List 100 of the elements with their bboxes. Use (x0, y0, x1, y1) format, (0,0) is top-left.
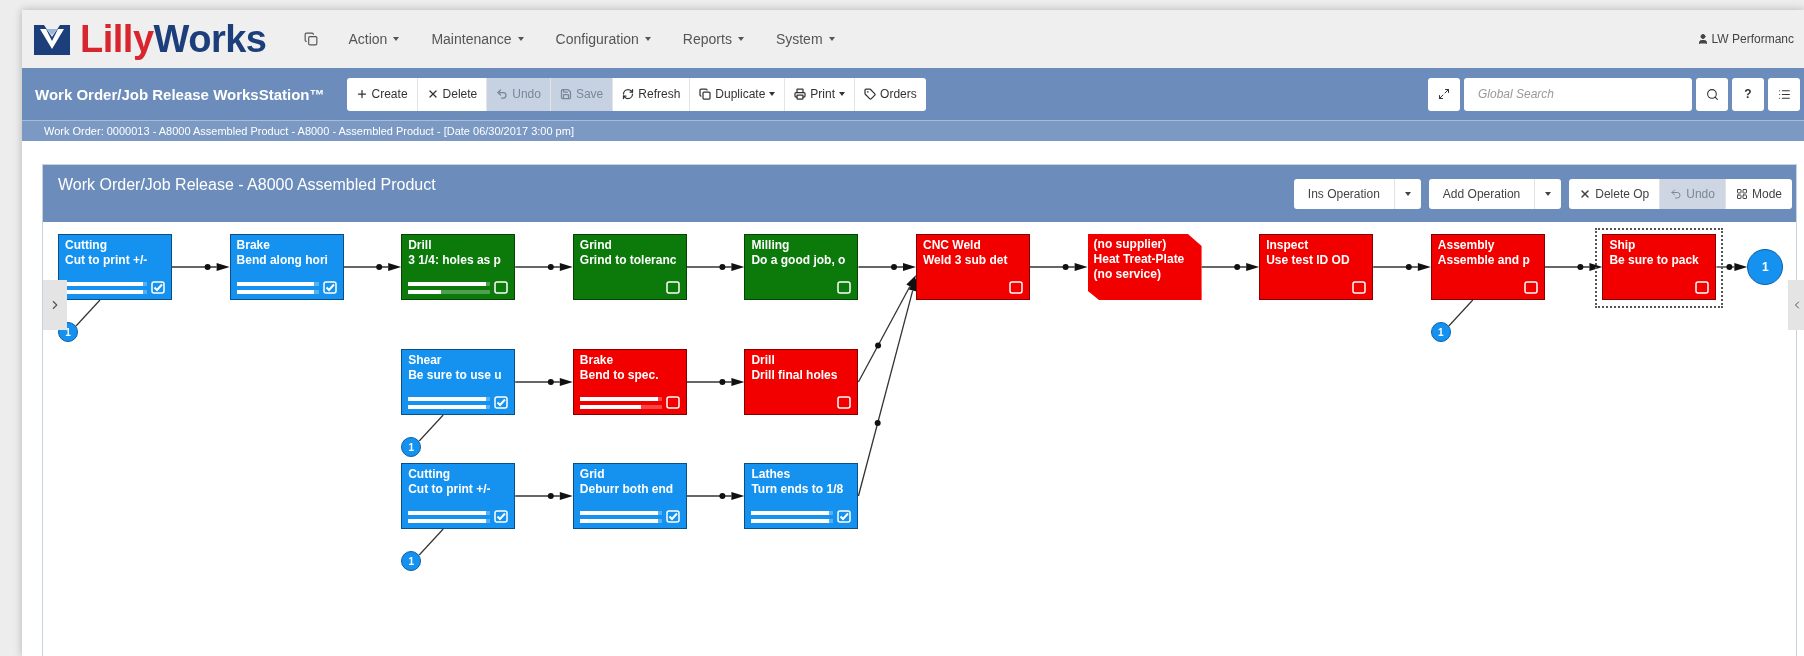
caret-icon (1545, 191, 1552, 196)
dropdown-button[interactable] (1535, 178, 1562, 209)
node-title: Cutting (408, 467, 452, 482)
connector-arrow (1029, 263, 1088, 271)
node-description: Assemble and p (1437, 253, 1531, 268)
help-button[interactable]: ? (1732, 77, 1764, 111)
checked-box-icon[interactable] (494, 396, 509, 409)
node-description: Heat Treat-Plate (1093, 252, 1186, 267)
caret-icon (1404, 191, 1411, 196)
checkbox-icon[interactable] (1352, 281, 1367, 294)
toolbar-button[interactable]: Delete (417, 77, 488, 111)
checkbox-icon[interactable] (665, 396, 680, 409)
leader-line (75, 299, 101, 327)
expand-button[interactable] (1428, 77, 1460, 111)
end-node[interactable]: 1 (1747, 249, 1784, 285)
brand-name[interactable]: LillyWorks (80, 17, 267, 61)
connector-arrow (514, 378, 573, 386)
copy-icon (699, 88, 712, 100)
node-title: Milling (751, 238, 791, 253)
action-button[interactable]: Add Operation (1428, 178, 1536, 209)
operation-node[interactable]: Brake Bend to spec. (572, 349, 687, 415)
checked-box-icon[interactable] (665, 510, 680, 523)
node-title: Cutting (65, 238, 108, 253)
operation-node[interactable]: Drill Drill final holes (744, 349, 859, 415)
checkbox-icon[interactable] (837, 281, 852, 294)
work-order-info: Work Order: 0000013 - A8000 Assembled Product - A8000 - Assembled Product - [Date 06/30/2017 3:00 pm] (22, 120, 1804, 141)
connector-arrow (857, 263, 916, 271)
operation-node[interactable]: Shear Be sure to use u (401, 349, 516, 415)
node-description: Cut to print +/- (408, 482, 492, 497)
menu-item[interactable]: Action (348, 31, 400, 47)
checkbox-icon[interactable] (837, 396, 852, 409)
action-button[interactable]: Mode (1725, 178, 1792, 209)
connector-arrow (1715, 263, 1748, 271)
operation-node[interactable]: Cutting Cut to print +/- (401, 463, 516, 529)
node-title: CNC Weld (923, 238, 982, 253)
grid-icon (1735, 187, 1748, 200)
operation-node[interactable]: CNC Weld Weld 3 sub det (916, 234, 1030, 300)
node-description: Be sure to use u (408, 368, 503, 383)
operation-node[interactable]: Grid Deburr both end (572, 463, 687, 529)
operation-node[interactable]: Assembly Assemble and p (1430, 234, 1545, 300)
user-menu[interactable]: LW Performanc (1711, 32, 1794, 46)
operation-node[interactable]: Drill 3 1/4: holes as p (401, 234, 516, 300)
action-button[interactable]: Ins Operation (1293, 178, 1395, 209)
node-title: Drill (751, 353, 776, 368)
leader-line (418, 528, 444, 556)
node-title: Grid (579, 467, 606, 482)
node-title: Grind (579, 238, 613, 253)
toolbar-button[interactable]: Print (785, 77, 856, 111)
save-icon (559, 88, 572, 100)
list-button[interactable] (1768, 77, 1800, 111)
checked-box-icon[interactable] (151, 281, 165, 294)
checkbox-icon[interactable] (665, 281, 680, 294)
node-title: Assembly (1437, 238, 1496, 253)
toolbar-title: Work Order/Job Release WorksStation™ (35, 85, 325, 103)
node-description: Bend along hori (236, 253, 329, 268)
operation-node[interactable]: Brake Bend along hori (229, 234, 344, 300)
operation-node[interactable]: Lathes Turn ends to 1/8 (744, 463, 859, 529)
menu-item[interactable]: Maintenance (431, 31, 524, 47)
toolbar-button[interactable]: Orders (855, 77, 926, 111)
search-field[interactable]: Global Search (1464, 77, 1692, 111)
operation-node[interactable]: Inspect Use test ID OD (1259, 234, 1374, 300)
toolbar-button[interactable]: Refresh (613, 77, 691, 111)
node-description: Cut to print +/- (65, 253, 149, 268)
checkbox-icon[interactable] (1009, 281, 1023, 294)
menu-item[interactable]: Configuration (555, 31, 651, 47)
leader-line (418, 414, 444, 442)
close-icon (1579, 187, 1592, 200)
checkbox-icon[interactable] (1523, 281, 1538, 294)
node-title: Lathes (751, 467, 792, 482)
node-note: (no service) (1093, 267, 1162, 282)
checked-box-icon[interactable] (837, 510, 852, 523)
action-button[interactable]: Delete Op (1569, 178, 1661, 209)
operation-node[interactable]: Milling Do a good job, o (744, 234, 859, 300)
search-button[interactable] (1696, 77, 1728, 111)
menu-item[interactable]: System (775, 31, 835, 47)
toolbar-button[interactable]: Create (346, 77, 418, 111)
checkbox-icon[interactable] (1695, 281, 1710, 294)
leader-line (1448, 299, 1474, 327)
list-icon (1777, 87, 1791, 101)
menu-item[interactable]: Reports (682, 31, 744, 47)
count-badge[interactable]: 1 (1430, 322, 1451, 342)
checkbox-icon[interactable] (494, 281, 509, 294)
node-description: Grind to toleranc (579, 253, 678, 268)
connector-arrow (514, 492, 573, 500)
count-badge[interactable]: 1 (401, 437, 422, 457)
dropdown-button[interactable] (1394, 178, 1421, 209)
operation-node[interactable]: (no supplier) Heat Treat-Plate (no service) (1087, 234, 1202, 300)
checked-box-icon[interactable] (322, 281, 337, 294)
printer-icon (794, 88, 807, 100)
count-badge[interactable]: 1 (401, 551, 422, 571)
copy-icon[interactable] (304, 32, 319, 46)
operation-node[interactable]: Ship Be sure to pack (1602, 234, 1717, 300)
connector-arrow (1372, 263, 1431, 271)
node-description: Use test ID OD (1266, 253, 1351, 268)
operation-node[interactable]: Cutting Cut to print +/- (58, 234, 172, 300)
checked-box-icon[interactable] (494, 510, 509, 523)
connector-arrow (514, 263, 573, 271)
toolbar-button[interactable]: Duplicate (690, 77, 786, 111)
panel-title: Work Order/Job Release - A8000 Assembled Product (58, 176, 436, 194)
operation-node[interactable]: Grind Grind to toleranc (572, 234, 687, 300)
